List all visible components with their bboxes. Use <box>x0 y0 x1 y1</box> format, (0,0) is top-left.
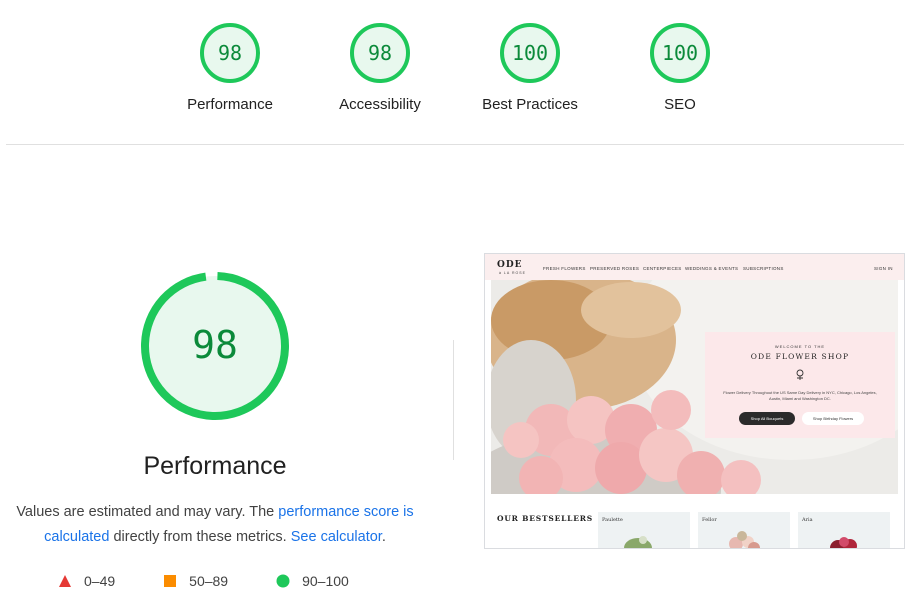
legend-range: 50–89 <box>189 573 229 589</box>
square-icon <box>164 575 177 587</box>
site-logo-subtitle: à LA ROSE <box>499 271 526 275</box>
welcome-panel: WELCOME TO THE ODE FLOWER SHOP Flower De… <box>705 332 895 438</box>
gauge-seo[interactable]: 100 SEO <box>615 22 745 113</box>
performance-description: Values are estimated and may vary. The p… <box>6 500 424 550</box>
legend-range: 90–100 <box>302 573 349 589</box>
bestsellers-heading: OUR BESTSELLERS <box>497 514 594 523</box>
performance-score: 98 <box>192 323 238 367</box>
description-text: directly from these metrics. <box>109 529 291 545</box>
nav-fresh-flowers: FRESH FLOWERS <box>543 266 586 271</box>
performance-gauge-ring: 98 <box>200 23 260 83</box>
rose-icon <box>796 369 804 380</box>
description-text: . <box>381 529 386 545</box>
description-text: Values are estimated and may vary. The <box>16 504 279 520</box>
gauge-best-practices[interactable]: 100 Best Practices <box>465 22 595 113</box>
gauge-label: Performance <box>187 96 273 113</box>
shop-all-bouquets-button: Shop All Bouquets <box>739 412 795 425</box>
gauge-label: SEO <box>664 96 696 113</box>
vertical-divider <box>453 340 454 460</box>
score-legend: 0–49 50–89 90–100 <box>58 573 397 589</box>
product-name: Fellor <box>702 517 717 523</box>
product-name: Paulette <box>602 517 623 523</box>
best-practices-gauge-ring: 100 <box>500 23 560 83</box>
nav-sign-in: SIGN IN <box>874 266 893 271</box>
legend-pass: 90–100 <box>276 573 349 589</box>
performance-gauge-large-ring: 98 <box>141 272 289 420</box>
product-name: Aria <box>802 517 813 523</box>
seo-gauge-ring: 100 <box>650 23 710 83</box>
performance-title: Performance <box>143 452 287 480</box>
gauge-score: 98 <box>218 41 242 65</box>
performance-gauge-large: 98 <box>139 270 291 427</box>
gauge-label: Accessibility <box>339 96 421 113</box>
final-screenshot[interactable]: ODE à LA ROSE FRESH FLOWERS PRESERVED RO… <box>484 253 905 549</box>
site-header: ODE à LA ROSE FRESH FLOWERS PRESERVED RO… <box>485 254 904 280</box>
legend-range: 0–49 <box>84 573 116 589</box>
legend-fail: 0–49 <box>58 573 115 589</box>
circle-icon <box>276 574 290 588</box>
see-calculator-link[interactable]: See calculator <box>291 529 382 545</box>
site-logo: ODE <box>497 260 523 270</box>
shop-name: ODE FLOWER SHOP <box>750 352 850 361</box>
nav-subscriptions: SUBSCRIPTIONS <box>743 266 784 271</box>
gauge-score: 100 <box>512 41 548 65</box>
nav-weddings-events: WEDDINGS & EVENTS <box>685 266 739 271</box>
gauge-label: Best Practices <box>482 96 578 113</box>
nav-centerpieces: CENTERPIECES <box>643 266 682 271</box>
shop-birthday-flowers-button: Shop Birthday Flowers <box>802 412 864 425</box>
welcome-text: WELCOME TO THE <box>774 344 826 349</box>
product-card: Paulette <box>598 512 690 548</box>
accessibility-gauge-ring: 98 <box>350 23 410 83</box>
nav-preserved-roses: PRESERVED ROSES <box>590 266 640 271</box>
gauge-accessibility[interactable]: 98 Accessibility <box>315 22 445 113</box>
product-card: Fellor <box>698 512 790 548</box>
section-divider <box>6 144 904 145</box>
gauge-performance[interactable]: 98 Performance <box>165 22 295 113</box>
triangle-icon <box>59 575 71 587</box>
delivery-text: Flower Delivery Throughout the US Same D… <box>723 390 877 401</box>
hero-image: WELCOME TO THE ODE FLOWER SHOP Flower De… <box>491 280 898 494</box>
legend-average: 50–89 <box>163 573 228 589</box>
gauge-score: 98 <box>368 41 392 65</box>
gauge-score: 100 <box>662 41 698 65</box>
product-card: Aria <box>798 512 890 548</box>
